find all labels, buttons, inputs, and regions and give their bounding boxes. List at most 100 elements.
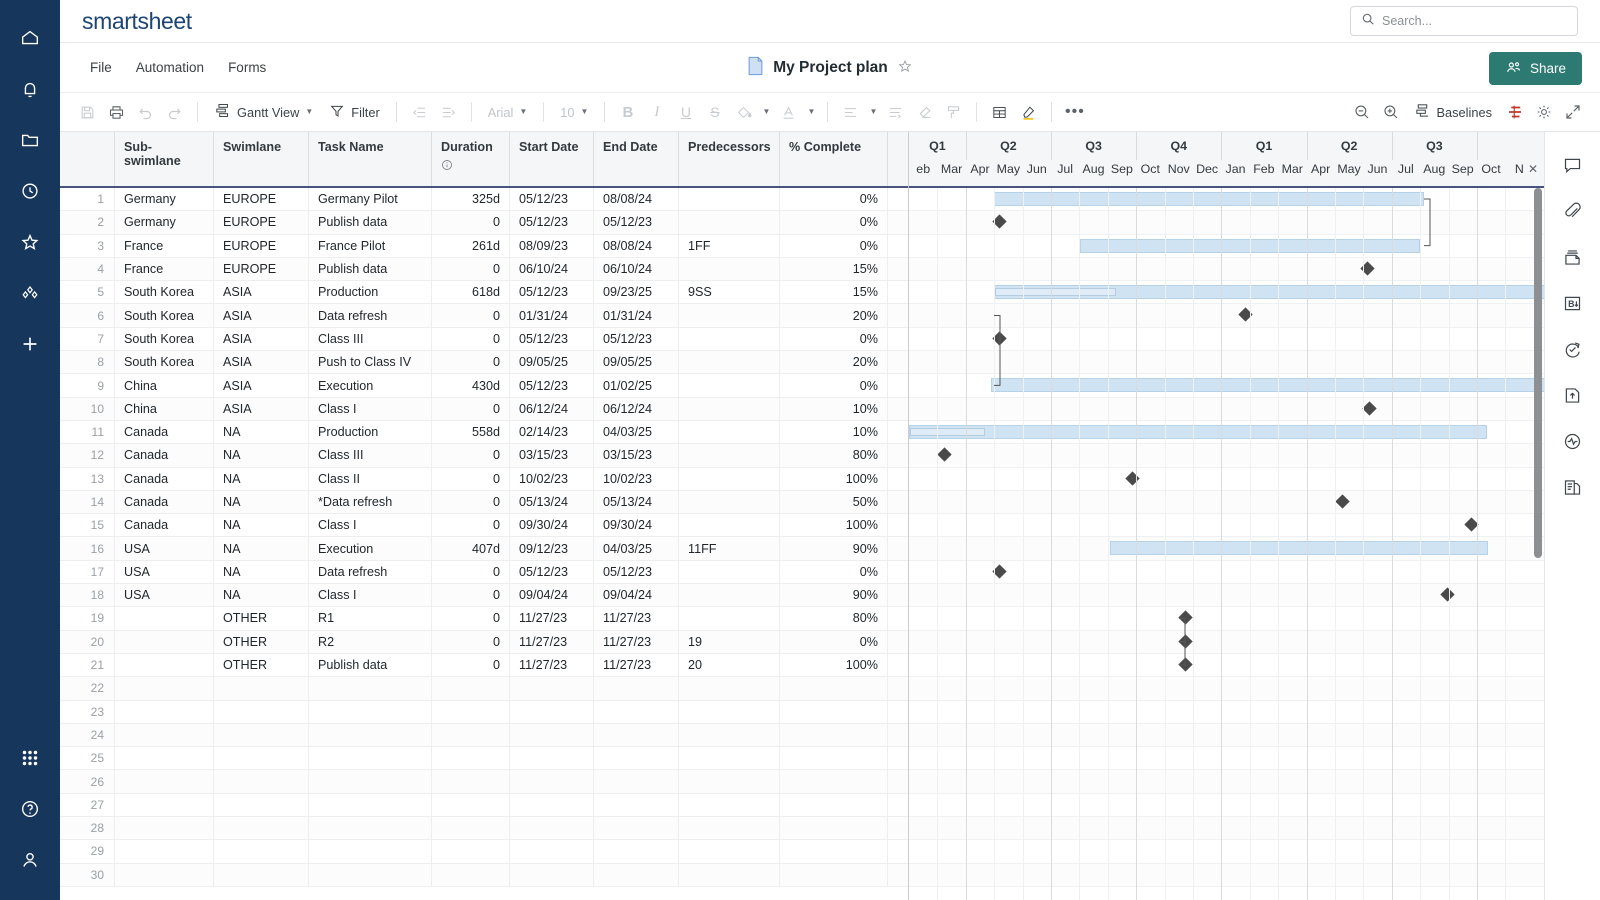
cell-sub-swimlane[interactable]	[115, 794, 214, 816]
cell-swimlane[interactable]: NA	[214, 491, 309, 513]
cell-sub-swimlane[interactable]	[115, 840, 214, 862]
cell-predecessors[interactable]	[679, 817, 780, 839]
cell-sub-swimlane[interactable]: France	[115, 258, 214, 280]
cell-task-name[interactable]: Class I	[309, 514, 432, 536]
table-row[interactable]: 16USANAExecution407d09/12/2304/03/2511FF…	[60, 537, 908, 560]
cell-pct-complete[interactable]: 0%	[780, 211, 888, 233]
cell-pct-complete[interactable]: 15%	[780, 281, 888, 303]
bold-button[interactable]: B	[614, 99, 641, 126]
cell-duration[interactable]: 558d	[432, 421, 510, 443]
row-number[interactable]: 11	[60, 421, 115, 443]
cell-swimlane[interactable]: EUROPE	[214, 235, 309, 257]
zoom-in-icon[interactable]	[1378, 99, 1405, 126]
table-row[interactable]: 14CanadaNA*Data refresh005/13/2405/13/24…	[60, 491, 908, 514]
cell-task-name[interactable]: Germany Pilot	[309, 188, 432, 210]
info-icon[interactable]	[441, 159, 500, 174]
cell-predecessors[interactable]	[679, 421, 780, 443]
cell-sub-swimlane[interactable]: Canada	[115, 514, 214, 536]
cell-predecessors[interactable]	[679, 701, 780, 723]
smartsheet-logo[interactable]: smartsheet	[82, 8, 192, 35]
cell-end-date[interactable]: 08/08/24	[594, 235, 679, 257]
cell-swimlane[interactable]	[214, 724, 309, 746]
table-row[interactable]: 28	[60, 817, 908, 840]
cell-task-name[interactable]: Class I	[309, 398, 432, 420]
cell-swimlane[interactable]	[214, 864, 309, 886]
cell-predecessors[interactable]: 9SS	[679, 281, 780, 303]
format-painter-icon[interactable]	[940, 99, 967, 126]
cell-duration[interactable]: 618d	[432, 281, 510, 303]
cell-start-date[interactable]	[510, 794, 594, 816]
gantt-bar[interactable]	[909, 425, 1487, 439]
cell-start-date[interactable]	[510, 864, 594, 886]
cell-sub-swimlane[interactable]	[115, 770, 214, 792]
row-number[interactable]: 20	[60, 631, 115, 653]
cell-pct-complete[interactable]: 15%	[780, 258, 888, 280]
cell-pct-complete[interactable]	[780, 701, 888, 723]
row-number[interactable]: 3	[60, 235, 115, 257]
cell-sub-swimlane[interactable]: Canada	[115, 421, 214, 443]
cell-start-date[interactable]: 09/05/25	[510, 351, 594, 373]
cell-end-date[interactable]	[594, 840, 679, 862]
cell-task-name[interactable]: Data refresh	[309, 561, 432, 583]
column-header-predecessors[interactable]: Predecessors	[679, 132, 780, 186]
cell-pct-complete[interactable]: 50%	[780, 491, 888, 513]
cell-predecessors[interactable]	[679, 398, 780, 420]
cell-end-date[interactable]: 03/15/23	[594, 444, 679, 466]
strikethrough-button[interactable]: S	[701, 99, 728, 126]
gantt-milestone[interactable]	[937, 448, 951, 462]
row-number[interactable]: 27	[60, 794, 115, 816]
cell-task-name[interactable]: France Pilot	[309, 235, 432, 257]
table-row[interactable]: 7South KoreaASIAClass III005/12/2305/12/…	[60, 328, 908, 351]
cell-task-name[interactable]	[309, 724, 432, 746]
cell-pct-complete[interactable]: 0%	[780, 374, 888, 396]
cell-swimlane[interactable]: EUROPE	[214, 211, 309, 233]
cell-task-name[interactable]: Data refresh	[309, 304, 432, 326]
cell-sub-swimlane[interactable]	[115, 817, 214, 839]
cell-start-date[interactable]: 05/12/23	[510, 188, 594, 210]
update-requests-icon[interactable]	[1553, 326, 1593, 372]
gantt-bar[interactable]	[1110, 541, 1488, 555]
cell-duration[interactable]: 0	[432, 211, 510, 233]
fill-color-icon[interactable]	[730, 99, 757, 126]
column-header-pct-complete[interactable]: % Complete	[780, 132, 888, 186]
cell-end-date[interactable]: 11/27/23	[594, 631, 679, 653]
cell-duration[interactable]: 0	[432, 258, 510, 280]
cell-pct-complete[interactable]	[780, 770, 888, 792]
cell-task-name[interactable]: R1	[309, 607, 432, 629]
cell-end-date[interactable]: 11/27/23	[594, 654, 679, 676]
align-icon[interactable]	[837, 99, 864, 126]
column-header-duration[interactable]: Duration	[432, 132, 510, 186]
cell-swimlane[interactable]: EUROPE	[214, 188, 309, 210]
cell-pct-complete[interactable]: 100%	[780, 654, 888, 676]
cell-sub-swimlane[interactable]	[115, 724, 214, 746]
cell-task-name[interactable]: Push to Class IV	[309, 351, 432, 373]
cell-sub-swimlane[interactable]: France	[115, 235, 214, 257]
table-row[interactable]: 22	[60, 677, 908, 700]
activity-log-icon[interactable]	[1553, 418, 1593, 464]
help-icon[interactable]	[8, 787, 52, 831]
cell-end-date[interactable]: 09/05/25	[594, 351, 679, 373]
cell-predecessors[interactable]	[679, 374, 780, 396]
cell-end-date[interactable]: 05/12/23	[594, 328, 679, 350]
cell-predecessors[interactable]	[679, 188, 780, 210]
cell-start-date[interactable]	[510, 724, 594, 746]
insert-table-icon[interactable]	[986, 99, 1013, 126]
table-row[interactable]: 18USANAClass I009/04/2409/04/2490%	[60, 584, 908, 607]
cell-task-name[interactable]: *Data refresh	[309, 491, 432, 513]
search-input[interactable]	[1382, 14, 1567, 28]
cell-duration[interactable]: 0	[432, 468, 510, 490]
cell-duration[interactable]: 0	[432, 351, 510, 373]
cell-swimlane[interactable]: ASIA	[214, 328, 309, 350]
cell-task-name[interactable]	[309, 701, 432, 723]
cell-end-date[interactable]	[594, 747, 679, 769]
cell-predecessors[interactable]	[679, 607, 780, 629]
cell-task-name[interactable]: Publish data	[309, 654, 432, 676]
cell-swimlane[interactable]: NA	[214, 584, 309, 606]
cell-predecessors[interactable]	[679, 258, 780, 280]
gantt-milestone[interactable]	[1362, 401, 1376, 415]
cell-start-date[interactable]	[510, 677, 594, 699]
cell-swimlane[interactable]	[214, 770, 309, 792]
cell-duration[interactable]: 0	[432, 631, 510, 653]
comments-icon[interactable]	[1553, 142, 1593, 188]
cell-swimlane[interactable]	[214, 840, 309, 862]
